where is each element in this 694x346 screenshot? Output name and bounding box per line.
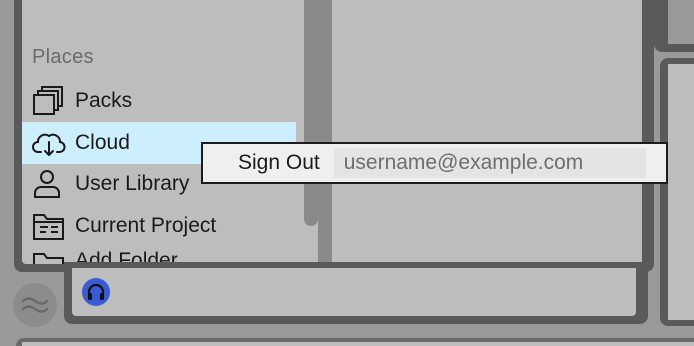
- sidebar-item-label: Packs: [75, 89, 133, 112]
- folder-icon: [32, 249, 66, 264]
- places-header: Places: [32, 46, 94, 68]
- cloud-download-icon: [32, 127, 66, 159]
- headphones-icon[interactable]: [82, 278, 110, 306]
- cloud-context-menu: Sign Out username@example.com: [201, 142, 668, 184]
- waves-icon[interactable]: [13, 283, 57, 327]
- pane-splitter[interactable]: [318, 0, 332, 272]
- sidebar-item-packs[interactable]: Packs: [22, 80, 296, 122]
- sidebar-item-current-project[interactable]: Current Project: [22, 205, 296, 247]
- sidebar-item-label: Cloud: [75, 131, 130, 154]
- packs-icon: [32, 85, 66, 117]
- right-panel-top-inner: [668, 0, 694, 44]
- sign-out-menu-item[interactable]: Sign Out: [203, 151, 320, 175]
- right-panel-inner: [668, 64, 694, 320]
- sidebar-item-label: Current Project: [75, 214, 217, 237]
- project-folder-icon: [32, 210, 66, 242]
- window-frame: [0, 0, 14, 346]
- user-icon: [32, 168, 66, 200]
- content-pane: [332, 0, 642, 264]
- bottom-panel: [22, 342, 694, 346]
- account-email: username@example.com: [333, 148, 646, 178]
- preview-bar: [72, 268, 636, 316]
- sidebar-scrollbar[interactable]: [304, 0, 318, 226]
- sidebar-item-label: User Library: [75, 172, 190, 195]
